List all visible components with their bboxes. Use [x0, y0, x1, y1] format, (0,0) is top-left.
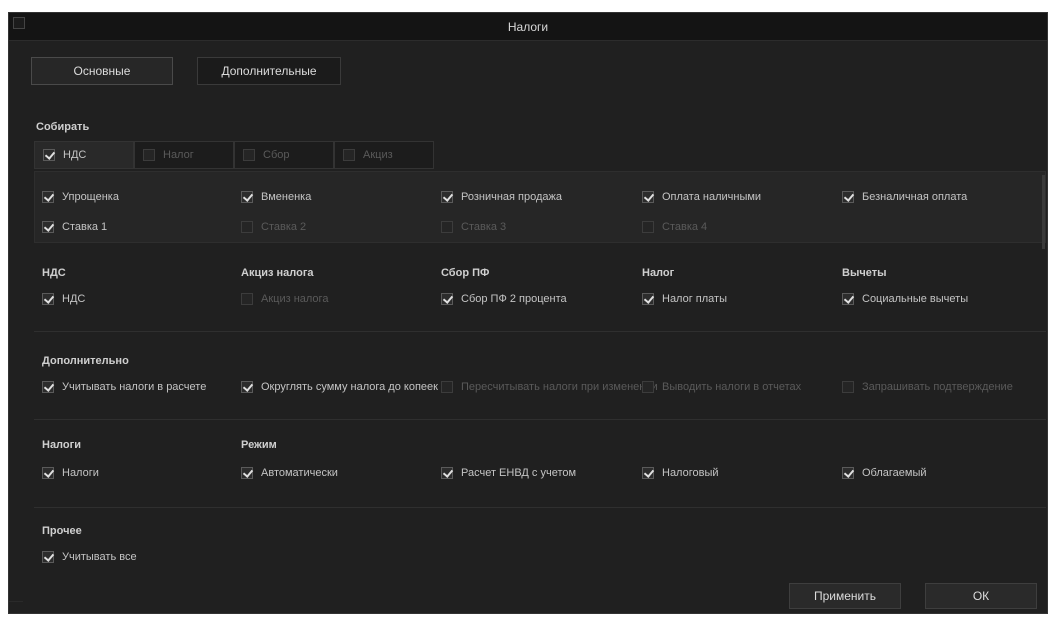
option-checkbox[interactable]: Налоги	[42, 467, 99, 479]
checkbox[interactable]	[441, 191, 453, 203]
checkbox[interactable]	[642, 293, 654, 305]
option-checkbox[interactable]: Автоматически	[241, 467, 338, 479]
checkbox[interactable]	[642, 381, 654, 393]
collect-options-panel	[34, 171, 1046, 243]
option-checkbox[interactable]: Пересчитывать налоги при изменении	[441, 381, 658, 393]
subtab-tax[interactable]: Налог	[134, 141, 234, 169]
tax-settings-dialog: Налоги Основные Дополнительные Собирать …	[8, 12, 1048, 614]
option-checkbox[interactable]: Выводить налоги в отчетах	[642, 381, 801, 393]
checkbox[interactable]	[241, 191, 253, 203]
checkbox[interactable]	[42, 191, 54, 203]
option-checkbox[interactable]: Учитывать налоги в расчете	[42, 381, 206, 393]
window-title: Налоги	[507, 20, 549, 34]
option-checkbox[interactable]: Учитывать все	[42, 551, 137, 563]
option-checkbox[interactable]: Социальные вычеты	[842, 293, 968, 305]
checkbox[interactable]	[842, 293, 854, 305]
divider	[34, 507, 1046, 508]
checkbox[interactable]	[42, 551, 54, 563]
option-checkbox[interactable]: Запрашивать подтверждение	[842, 381, 1013, 393]
main-tabs: Основные Дополнительные	[31, 57, 341, 85]
checkbox[interactable]	[642, 191, 654, 203]
option-checkbox[interactable]: Вмененка	[241, 191, 311, 203]
other-section-title: Прочее	[42, 525, 82, 537]
checkbox[interactable]	[441, 467, 453, 479]
subtab-excise[interactable]: Акциз	[334, 141, 434, 169]
checkbox[interactable]	[241, 293, 253, 305]
option-checkbox[interactable]: Оплата наличными	[642, 191, 761, 203]
checkbox[interactable]	[842, 467, 854, 479]
option-checkbox[interactable]: Ставка 2	[241, 221, 306, 233]
tab-main[interactable]: Основные	[31, 57, 173, 85]
group-title: Акциз налога	[241, 267, 314, 279]
group-title: Сбор ПФ	[441, 267, 490, 279]
option-checkbox[interactable]: Упрощенка	[42, 191, 119, 203]
checkbox[interactable]	[441, 293, 453, 305]
checkbox[interactable]	[441, 381, 453, 393]
checkbox[interactable]	[143, 149, 155, 161]
subtab-fee[interactable]: Сбор	[234, 141, 334, 169]
title-bar: Налоги	[9, 13, 1047, 41]
checkbox[interactable]	[43, 149, 55, 161]
collect-section-title: Собирать	[36, 121, 90, 133]
divider	[34, 331, 1046, 332]
subtab-vat[interactable]: НДС	[34, 141, 134, 169]
apply-button[interactable]: Применить	[789, 583, 901, 609]
group-title: Режим	[241, 439, 277, 451]
group-title: Налог	[642, 267, 675, 279]
ok-button[interactable]: ОК	[925, 583, 1037, 609]
checkbox[interactable]	[343, 149, 355, 161]
checkbox[interactable]	[42, 381, 54, 393]
checkbox[interactable]	[642, 221, 654, 233]
option-checkbox[interactable]: Расчет ЕНВД с учетом	[441, 467, 576, 479]
option-checkbox[interactable]: Ставка 3	[441, 221, 506, 233]
checkbox[interactable]	[42, 467, 54, 479]
checkbox[interactable]	[642, 467, 654, 479]
checkbox[interactable]	[241, 467, 253, 479]
checkbox[interactable]	[241, 221, 253, 233]
checkbox[interactable]	[42, 293, 54, 305]
checkbox[interactable]	[42, 221, 54, 233]
checkbox[interactable]	[241, 381, 253, 393]
option-checkbox[interactable]: Розничная продажа	[441, 191, 562, 203]
checkbox[interactable]	[441, 221, 453, 233]
group-title: Налоги	[42, 439, 81, 451]
resize-grip[interactable]	[9, 601, 23, 613]
option-checkbox[interactable]: Облагаемый	[842, 467, 927, 479]
checkbox[interactable]	[842, 191, 854, 203]
option-checkbox[interactable]: Налоговый	[642, 467, 719, 479]
group-title: НДС	[42, 267, 66, 279]
collect-subtabs: НДС Налог Сбор Акциз	[34, 141, 434, 169]
option-checkbox[interactable]: Акциз налога	[241, 293, 328, 305]
option-checkbox[interactable]: Ставка 1	[42, 221, 107, 233]
group-title: Вычеты	[842, 267, 887, 279]
checkbox[interactable]	[842, 381, 854, 393]
option-checkbox[interactable]: НДС	[42, 293, 85, 305]
panel-scrollbar[interactable]	[1042, 175, 1045, 249]
option-checkbox[interactable]: Налог платы	[642, 293, 727, 305]
checkbox[interactable]	[243, 149, 255, 161]
option-checkbox[interactable]: Безналичная оплата	[842, 191, 967, 203]
additional-section-title: Дополнительно	[42, 355, 129, 367]
option-checkbox[interactable]: Ставка 4	[642, 221, 707, 233]
divider	[34, 419, 1046, 420]
option-checkbox[interactable]: Округлять сумму налога до копеек	[241, 381, 438, 393]
option-checkbox[interactable]: Сбор ПФ 2 процента	[441, 293, 567, 305]
tab-additional[interactable]: Дополнительные	[197, 57, 341, 85]
